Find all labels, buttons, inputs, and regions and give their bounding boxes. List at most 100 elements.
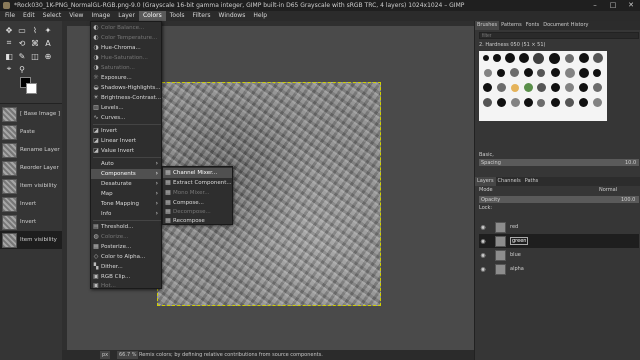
menu-layer[interactable]: Layer <box>114 11 139 21</box>
undo-item[interactable]: Paste <box>0 123 62 141</box>
maximize-button[interactable]: □ <box>604 0 622 11</box>
menu-item-map[interactable]: Map › <box>91 189 161 199</box>
menu-item-channel-mixer[interactable]: ▦ Channel Mixer... <box>163 168 232 178</box>
menu-item-label: Invert <box>101 128 118 134</box>
colors-menu: ◐ Color Balance... ◐ Color Temperature... … <box>90 21 162 289</box>
menu-item-hue-saturation[interactable]: ◑ Hue-Saturation... <box>91 53 161 63</box>
undo-item-selected[interactable]: Item visibility <box>0 231 62 249</box>
text-tool-icon[interactable]: A <box>43 38 53 48</box>
move-tool-icon[interactable]: ✥ <box>4 25 14 35</box>
fg-bg-colors[interactable] <box>20 77 42 97</box>
menu-item-mono-mixer[interactable]: ▦ Mono Mixer... <box>163 188 232 198</box>
layers-tabbar: Layers Channels Paths <box>475 177 640 186</box>
menu-help[interactable]: Help <box>249 11 271 21</box>
menu-item-invert[interactable]: ◪ Invert <box>91 126 161 136</box>
tab-fonts[interactable]: Fonts <box>524 21 542 30</box>
undo-item[interactable]: Rename Layer <box>0 141 62 159</box>
warp-tool-icon[interactable]: ⌘ <box>30 38 40 48</box>
clone-tool-icon[interactable]: ⊕ <box>43 51 53 61</box>
background-color-swatch[interactable] <box>26 83 37 94</box>
menu-item-brightness-contrast[interactable]: ☀ Brightness-Contrast... <box>91 93 161 103</box>
rect-select-tool-icon[interactable]: ▭ <box>17 25 27 35</box>
zoom-tool-icon[interactable]: ⚲ <box>17 64 27 74</box>
layer-name: green <box>510 237 529 245</box>
menu-item-color-balance[interactable]: ◐ Color Balance... <box>91 23 161 33</box>
tab-patterns[interactable]: Patterns <box>499 21 524 30</box>
layer-row[interactable]: ◉ alpha <box>479 262 639 276</box>
eye-icon[interactable]: ◉ <box>479 266 487 273</box>
menu-item-label: Saturation... <box>101 65 135 71</box>
menu-item-posterize[interactable]: ▦ Posterize... <box>91 242 161 252</box>
menu-item-extract-component[interactable]: ▦ Extract Component... <box>163 178 232 188</box>
menu-item-threshold[interactable]: ▤ Threshold... <box>91 222 161 232</box>
transform-tool-icon[interactable]: ⟲ <box>17 38 27 48</box>
unit-selector[interactable]: px <box>100 351 111 359</box>
menu-item-shadows-highlights[interactable]: ◒ Shadows-Highlights... <box>91 83 161 93</box>
menu-item-label: Value Invert <box>101 148 135 154</box>
eraser-tool-icon[interactable]: ◫ <box>30 51 40 61</box>
undo-item[interactable]: Item visibility <box>0 177 62 195</box>
brush-filter-input[interactable] <box>479 32 639 39</box>
zoom-selector[interactable]: 66.7 % <box>117 351 139 359</box>
close-button[interactable]: ✕ <box>622 0 640 11</box>
menu-select[interactable]: Select <box>39 11 66 21</box>
undo-item-label: Rename Layer <box>20 147 60 153</box>
menu-view[interactable]: View <box>65 11 87 21</box>
opacity-slider[interactable] <box>479 196 639 203</box>
undo-item[interactable]: [ Base Image ] <box>0 105 62 123</box>
tab-layers[interactable]: Layers <box>475 177 496 186</box>
tab-brushes[interactable]: Brushes <box>475 21 500 30</box>
brush-preset[interactable]: Basic, <box>479 152 494 158</box>
tab-channels[interactable]: Channels <box>496 177 523 186</box>
undo-item[interactable]: Reorder Layer <box>0 159 62 177</box>
color-picker-tool-icon[interactable]: ⌖ <box>4 64 14 74</box>
tab-paths[interactable]: Paths <box>523 177 541 186</box>
paintbrush-tool-icon[interactable]: ✎ <box>17 51 27 61</box>
menu-windows[interactable]: Windows <box>215 11 250 21</box>
tab-document-history[interactable]: Document History <box>541 21 590 30</box>
eye-icon[interactable]: ◉ <box>479 252 487 259</box>
menu-item-exposure[interactable]: ☼ Exposure... <box>91 73 161 83</box>
menu-item-recompose[interactable]: ▦ Recompose <box>163 216 232 226</box>
layer-row-selected[interactable]: ◉ green <box>479 234 639 248</box>
color-balance-icon: ◐ <box>93 24 99 31</box>
menu-item-levels[interactable]: ▥ Levels... <box>91 103 161 113</box>
menu-tools[interactable]: Tools <box>166 11 189 21</box>
menu-item-info[interactable]: Info › <box>91 209 161 219</box>
menu-item-linear-invert[interactable]: ◪ Linear Invert <box>91 136 161 146</box>
menu-item-desaturate[interactable]: Desaturate › <box>91 179 161 189</box>
menu-item-saturation[interactable]: ◑ Saturation... <box>91 63 161 73</box>
eye-icon[interactable]: ◉ <box>479 238 487 245</box>
fuzzy-select-tool-icon[interactable]: ✦ <box>43 25 53 35</box>
menu-item-dither[interactable]: ▚ Dither... <box>91 262 161 272</box>
menu-filters[interactable]: Filters <box>189 11 215 21</box>
layer-row[interactable]: ◉ blue <box>479 248 639 262</box>
spacing-slider[interactable] <box>479 159 639 166</box>
eye-icon[interactable]: ◉ <box>479 224 487 231</box>
crop-tool-icon[interactable]: ⌗ <box>4 38 14 48</box>
menu-edit[interactable]: Edit <box>19 11 39 21</box>
menu-item-curves[interactable]: ∿ Curves... <box>91 113 161 123</box>
layer-row[interactable]: ◉ red <box>479 220 639 234</box>
menu-item-auto[interactable]: Auto › <box>91 159 161 169</box>
bucket-fill-tool-icon[interactable]: ◧ <box>4 51 14 61</box>
posterize-icon: ▦ <box>93 243 99 250</box>
mode-dropdown[interactable]: Normal <box>599 187 617 193</box>
menu-item-colorize[interactable]: ◍ Colorize... <box>91 232 161 242</box>
undo-item-label: Invert <box>20 201 37 207</box>
undo-item[interactable]: Invert <box>0 213 62 231</box>
menu-item-color-temperature[interactable]: ◐ Color Temperature... <box>91 33 161 43</box>
menu-item-value-invert[interactable]: ◪ Value Invert <box>91 146 161 156</box>
menu-item-components[interactable]: Components › <box>91 169 161 179</box>
menu-colors[interactable]: Colors <box>138 11 166 21</box>
minimize-button[interactable]: – <box>586 0 604 11</box>
menu-item-color-to-alpha[interactable]: ◇ Color to Alpha... <box>91 252 161 262</box>
undo-item[interactable]: Invert <box>0 195 62 213</box>
menu-item-hue-chroma[interactable]: ◑ Hue-Chroma... <box>91 43 161 53</box>
menu-item-tone-mapping[interactable]: Tone Mapping › <box>91 199 161 209</box>
menu-item-hot[interactable]: ▣ Hot... <box>91 281 161 291</box>
brush-grid[interactable] <box>479 51 607 121</box>
lasso-tool-icon[interactable]: ⌇ <box>30 25 40 35</box>
menu-file[interactable]: File <box>1 11 19 21</box>
menu-image[interactable]: Image <box>87 11 114 21</box>
